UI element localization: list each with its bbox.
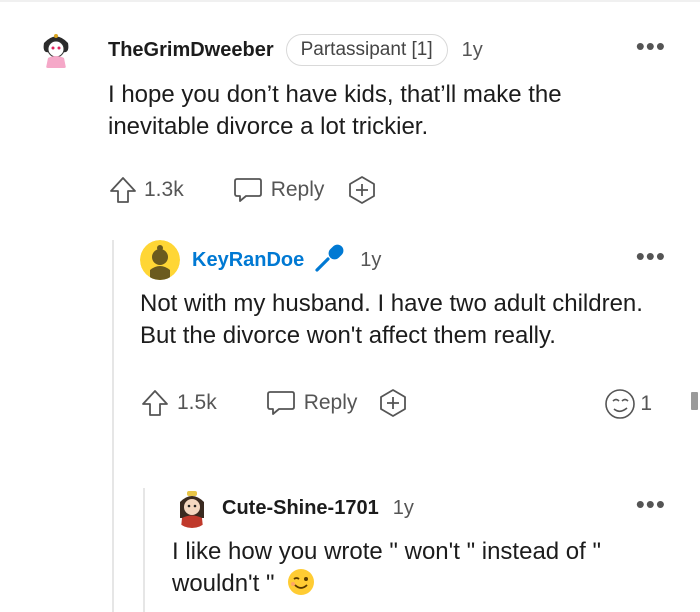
comment-cute-shine-1701: Cute-Shine-1701 1y ••• I like how you wr… [172,488,666,605]
thread-line[interactable] [143,488,145,612]
vote-count: 1.3k [144,178,184,201]
comment-actions: 1.5k Reply 1 [140,383,666,423]
comment-age: 1y [392,496,414,519]
author-name[interactable]: Cute-Shine-1701 [222,497,379,520]
avatar[interactable] [36,30,76,70]
user-flair: Partassipant [1] [285,34,448,66]
reply-icon [265,388,297,418]
thread-line[interactable] [112,240,114,612]
op-microphone-icon [312,241,346,280]
comment-thegrimdweeber: TheGrimDweeber Partassipant [1] 1y ••• I… [36,30,666,210]
comment-age: 1y [461,38,483,61]
avatar[interactable] [172,488,212,528]
avatar[interactable] [140,240,180,280]
reply-button[interactable]: Reply [232,175,325,205]
comment-body: I hope you don’t have kids, that’ll make… [108,81,562,140]
comment-age: 1y [360,248,382,271]
award-plus-icon [346,174,378,206]
comment-body: Not with my husband. I have two adult ch… [140,290,643,349]
comment-header: Cute-Shine-1701 1y ••• [172,488,666,528]
more-options-icon[interactable]: ••• [636,491,666,517]
reply-label: Reply [270,178,325,201]
top-border [0,0,700,2]
award-plus-icon [377,387,409,419]
vote-count: 1.5k [177,391,217,414]
award-display[interactable]: 1 [603,387,652,421]
more-options-icon[interactable]: ••• [636,243,666,269]
upvote-icon [108,175,138,205]
award-emoji-icon [603,387,637,421]
award-button[interactable] [377,387,409,419]
reply-button[interactable]: Reply [265,388,358,418]
author-name[interactable]: TheGrimDweeber [108,39,274,62]
comment-header: KeyRanDoe 1y ••• [140,240,666,280]
upvote-button[interactable]: 1.5k [140,388,217,418]
reply-icon [232,175,264,205]
reply-label: Reply [303,391,358,414]
upvote-button[interactable]: 1.3k [108,175,184,205]
comment-header: TheGrimDweeber Partassipant [1] 1y ••• [36,30,666,70]
award-count: 1 [640,392,652,415]
comment-keyrandoe: KeyRanDoe 1y ••• Not with my husband. I … [140,240,666,423]
wink-emoji-icon [287,568,315,605]
upvote-icon [140,388,170,418]
more-options-icon[interactable]: ••• [636,33,666,59]
scrollbar[interactable] [691,392,698,410]
comment-body: I like how you wrote " won't " instead o… [172,536,666,605]
comment-actions: 1.3k Reply [108,170,666,210]
award-button[interactable] [346,174,378,206]
author-name[interactable]: KeyRanDoe [192,249,304,272]
comment-text: I like how you wrote " won't " instead o… [172,538,602,597]
